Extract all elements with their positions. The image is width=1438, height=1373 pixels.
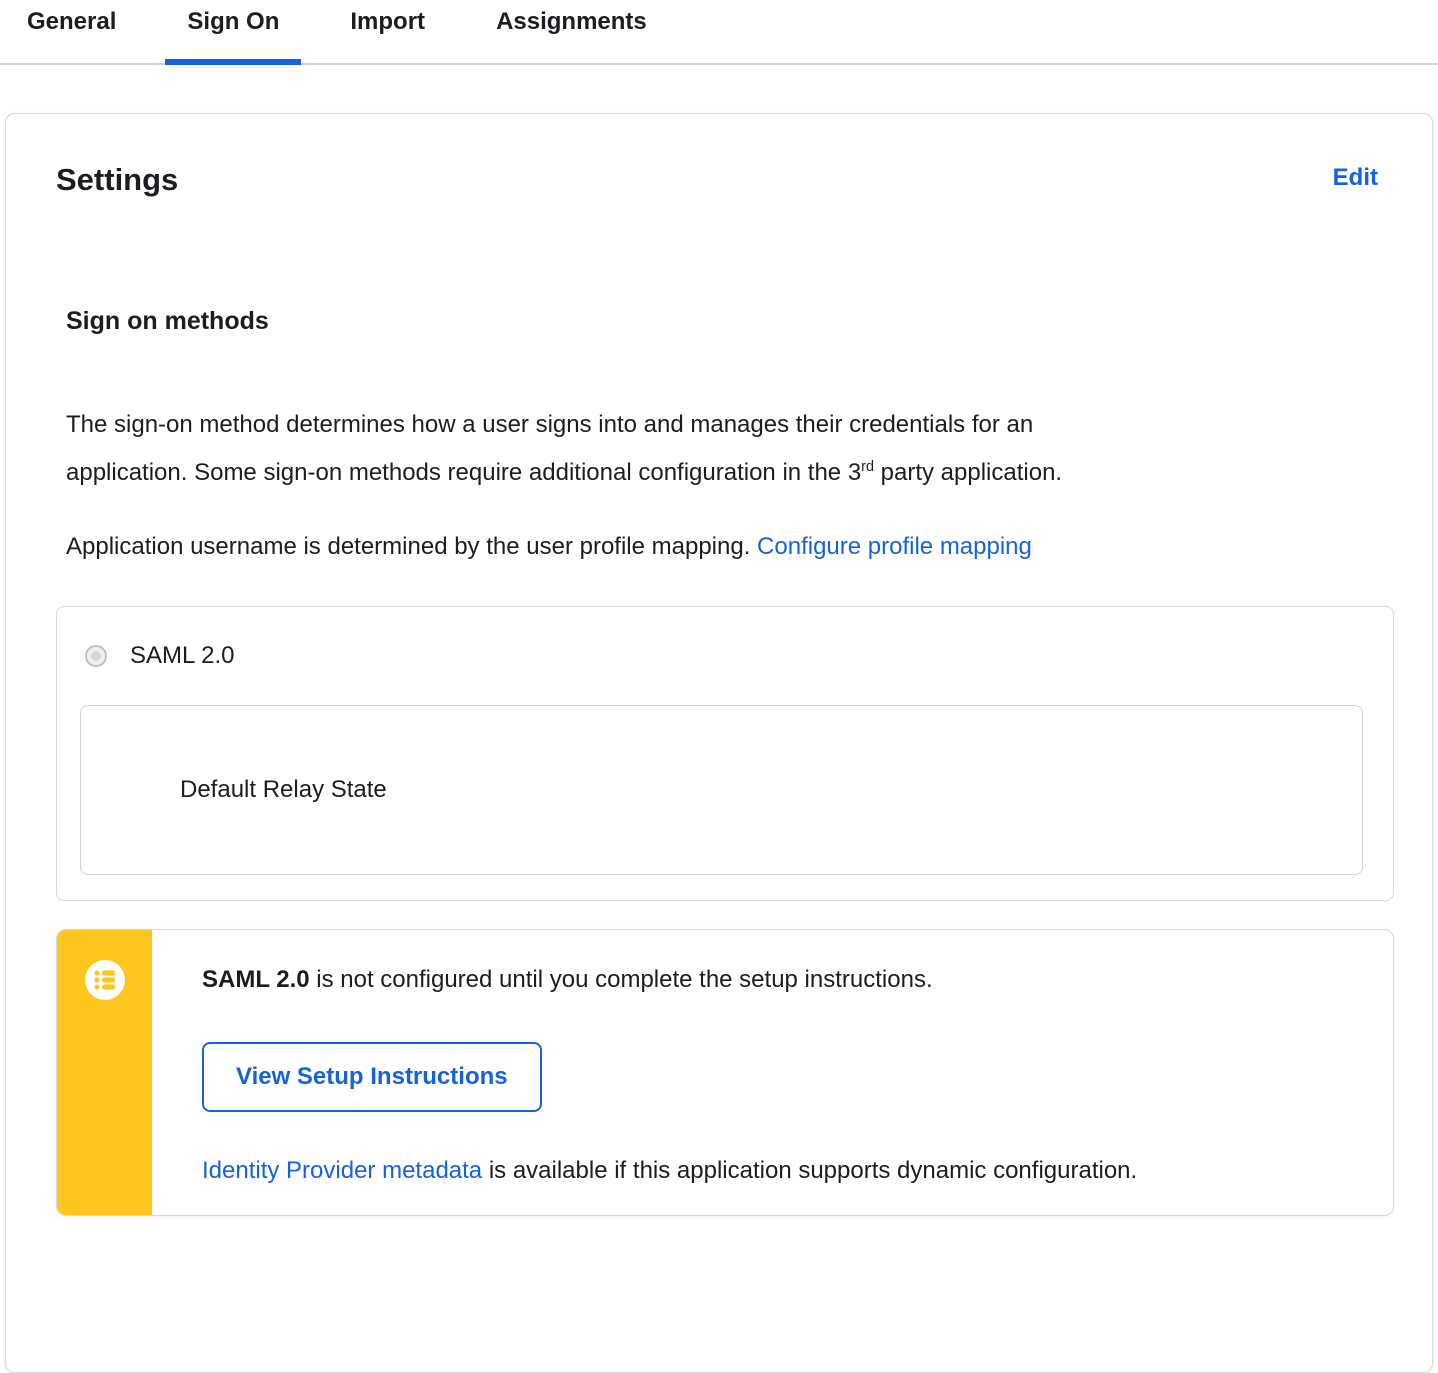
default-relay-state-box: Default Relay State <box>80 705 1363 875</box>
description-line1: The sign-on method determines how a user… <box>66 411 1034 438</box>
settings-card-header: Settings Edit <box>56 161 1394 199</box>
saml-radio-row: SAML 2.0 <box>80 642 1363 669</box>
callout-message-bold: SAML 2.0 <box>202 966 310 993</box>
list-icon <box>84 960 125 1000</box>
sign-on-method-description: The sign-on method determines how a user… <box>66 401 1394 497</box>
saml-method-box: SAML 2.0 Default Relay State <box>56 606 1394 901</box>
metadata-footnote: Identity Provider metadata is available … <box>202 1156 1353 1186</box>
callout-content: SAML 2.0 is not configured until you com… <box>152 930 1393 1215</box>
username-text: Application username is determined by th… <box>66 533 758 560</box>
default-relay-state-label: Default Relay State <box>180 776 387 803</box>
callout-message: SAML 2.0 is not configured until you com… <box>202 965 1353 995</box>
metadata-footnote-rest: is available if this application support… <box>482 1157 1138 1184</box>
tab-import[interactable]: Import <box>350 8 425 63</box>
description-line2-end: party application. <box>873 459 1063 486</box>
tab-assignments[interactable]: Assignments <box>496 8 647 63</box>
saml-setup-callout: SAML 2.0 is not configured until you com… <box>56 929 1394 1216</box>
edit-button[interactable]: Edit <box>1333 161 1378 195</box>
saml-radio-label: SAML 2.0 <box>130 642 235 669</box>
app-tab-bar: General Sign On Import Assignments <box>0 0 1438 65</box>
sign-on-methods-heading: Sign on methods <box>66 307 269 335</box>
ordinal-superscript: rd <box>861 459 874 475</box>
callout-warning-stripe <box>57 930 152 1215</box>
saml-radio-button[interactable] <box>85 645 107 667</box>
view-setup-instructions-button[interactable]: View Setup Instructions <box>202 1042 542 1112</box>
description-line2-start: application. Some sign-on methods requir… <box>66 459 862 486</box>
identity-provider-metadata-link[interactable]: Identity Provider metadata <box>202 1157 482 1184</box>
application-username-text: Application username is determined by th… <box>66 523 1394 571</box>
page-title: Settings <box>56 162 179 197</box>
tab-general[interactable]: General <box>27 8 116 63</box>
callout-message-rest: is not configured until you complete the… <box>309 966 933 993</box>
settings-card: Settings Edit Sign on methods The sign-o… <box>5 113 1433 1373</box>
configure-profile-mapping-link[interactable]: Configure profile mapping <box>757 533 1032 560</box>
tab-sign-on[interactable]: Sign On <box>165 8 302 65</box>
